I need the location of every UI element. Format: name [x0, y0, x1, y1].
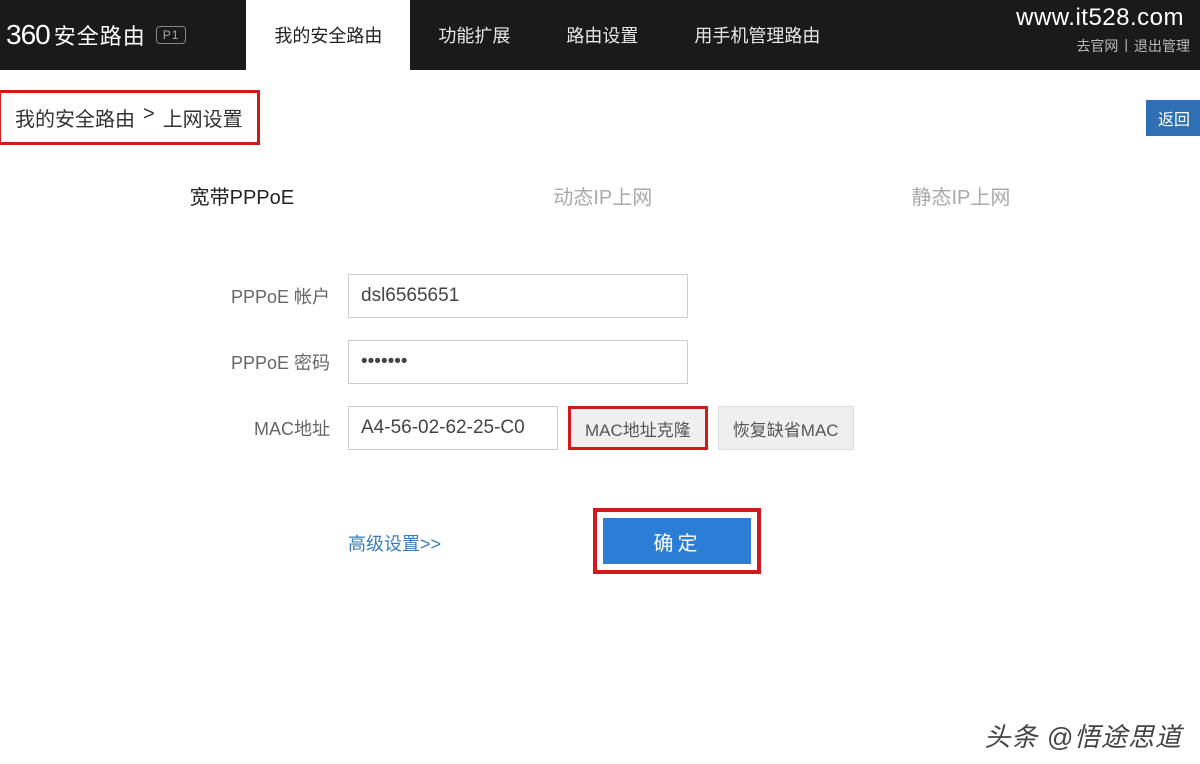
tab-extensions[interactable]: 功能扩展 — [410, 0, 538, 70]
link-advanced-settings[interactable]: 高级设置>> — [348, 530, 441, 556]
footer-credit: 头条 @悟途思道 — [984, 717, 1182, 754]
input-password[interactable] — [348, 340, 688, 384]
brand-model-badge: P1 — [156, 26, 187, 44]
button-confirm[interactable]: 确定 — [603, 518, 751, 564]
brand-block: 360 安全路由 P1 — [0, 19, 206, 51]
button-mac-restore[interactable]: 恢复缺省MAC — [718, 406, 854, 450]
breadcrumb-root[interactable]: 我的安全路由 — [15, 103, 135, 132]
breadcrumb: 我的安全路由 > 上网设置 — [0, 90, 260, 145]
main-tabs: 我的安全路由 功能扩展 路由设置 用手机管理路由 — [246, 0, 848, 70]
input-mac[interactable] — [348, 406, 558, 450]
label-password: PPPoE 密码 — [200, 349, 330, 375]
watermark-url: www.it528.com — [1016, 4, 1184, 32]
tab-mobile-manage[interactable]: 用手机管理路由 — [666, 0, 848, 70]
breadcrumb-bar: 我的安全路由 > 上网设置 返回 — [0, 70, 1200, 151]
input-account[interactable] — [348, 274, 688, 318]
subtab-static-ip[interactable]: 静态IP上网 — [899, 173, 1022, 218]
breadcrumb-sep: > — [143, 103, 155, 132]
tab-router-settings[interactable]: 路由设置 — [538, 0, 666, 70]
row-account: PPPoE 帐户 — [200, 274, 1000, 318]
link-official-site[interactable]: 去官网 — [1076, 36, 1118, 56]
top-navigation: 360 安全路由 P1 我的安全路由 功能扩展 路由设置 用手机管理路由 www… — [0, 0, 1200, 70]
button-mac-clone[interactable]: MAC地址克隆 — [568, 406, 708, 450]
brand-name: 安全路由 — [54, 19, 146, 51]
brand-logo-prefix: 360 — [6, 19, 50, 51]
subtab-dynamic-ip[interactable]: 动态IP上网 — [541, 173, 664, 218]
link-separator: | — [1124, 36, 1128, 56]
label-mac: MAC地址 — [200, 415, 330, 441]
top-right-links: 去官网 | 退出管理 — [1076, 36, 1190, 56]
subtab-pppoe[interactable]: 宽带PPPoE — [178, 173, 306, 218]
label-account: PPPoE 帐户 — [200, 283, 330, 309]
breadcrumb-current: 上网设置 — [163, 103, 243, 132]
back-button[interactable]: 返回 — [1146, 100, 1200, 136]
row-mac: MAC地址 MAC地址克隆 恢复缺省MAC — [200, 406, 1000, 450]
confirm-highlight-box: 确定 — [593, 508, 761, 574]
link-logout[interactable]: 退出管理 — [1134, 36, 1190, 56]
connection-type-tabs: 宽带PPPoE 动态IP上网 静态IP上网 — [0, 151, 1200, 224]
pppoe-form: PPPoE 帐户 PPPoE 密码 MAC地址 MAC地址克隆 恢复缺省MAC … — [200, 274, 1000, 574]
tab-my-router[interactable]: 我的安全路由 — [246, 0, 410, 70]
row-password: PPPoE 密码 — [200, 340, 1000, 384]
